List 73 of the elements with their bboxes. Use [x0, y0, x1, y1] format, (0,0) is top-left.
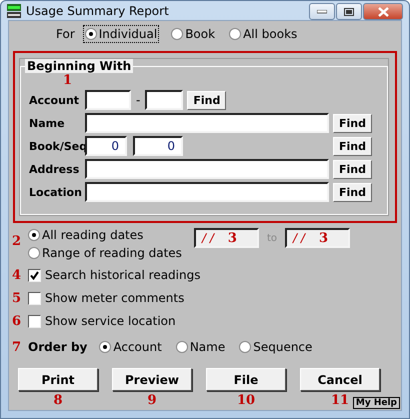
date-field[interactable]: / / 3	[285, 228, 350, 248]
checkbox[interactable]: Show service location	[26, 312, 178, 330]
radio-indicator[interactable]	[176, 341, 188, 353]
radio-button[interactable]: All reading dates	[26, 226, 194, 244]
field-label: Book/Seq	[29, 140, 85, 152]
radio-button[interactable]: Book	[169, 25, 218, 43]
annotation-number: 3	[228, 230, 237, 246]
radio-indicator[interactable]	[99, 341, 112, 353]
date-value: / /	[293, 231, 305, 245]
radio-button[interactable]: Individual	[82, 25, 160, 43]
input-field[interactable]	[85, 159, 329, 179]
radio-indicator[interactable]	[84, 28, 97, 40]
checkbox[interactable]: Show meter comments	[26, 289, 186, 307]
annotation-number: 9	[147, 393, 157, 408]
input-field[interactable]	[85, 182, 329, 202]
field-label: Account	[29, 94, 80, 106]
find-button[interactable]: Find	[333, 160, 372, 178]
checkbox-indicator[interactable]	[28, 314, 41, 328]
find-button[interactable]: Find	[333, 136, 372, 156]
close-button[interactable]	[363, 3, 403, 20]
radio-button[interactable]: Account	[97, 338, 164, 356]
input-field[interactable]	[85, 90, 131, 110]
field-label: Name	[29, 116, 66, 130]
help-button[interactable]: My Help	[352, 397, 400, 409]
for-label: For	[56, 27, 75, 41]
annotation-number: 7	[12, 340, 22, 354]
radio-indicator[interactable]	[28, 229, 40, 241]
maximize-button[interactable]	[336, 3, 362, 20]
annotation-number: 10	[236, 393, 256, 408]
radio-indicator[interactable]	[229, 28, 242, 40]
annotation-number: 4	[12, 268, 22, 282]
annotation-number: 6	[12, 314, 22, 328]
date-value: / /	[202, 231, 214, 245]
separator-text: -	[136, 93, 140, 107]
to-label: to	[267, 232, 278, 244]
radio-indicator[interactable]	[28, 247, 40, 259]
action-button[interactable]: Cancel	[300, 368, 380, 391]
find-button[interactable]: Find	[333, 114, 372, 132]
checkbox-indicator[interactable]	[28, 268, 41, 282]
maximize-icon	[344, 8, 354, 16]
input-field[interactable]: 0	[133, 136, 183, 156]
input-field[interactable]: 0	[85, 136, 127, 156]
annotation-number: 5	[12, 290, 22, 306]
radio-indicator[interactable]	[239, 341, 252, 353]
date-field[interactable]: / / 3	[194, 228, 259, 248]
annotation-number: 11	[330, 393, 350, 408]
radio-button[interactable]: Range of reading dates	[26, 244, 194, 262]
checkbox[interactable]: Search historical readings	[26, 266, 202, 284]
input-field[interactable]	[145, 90, 184, 110]
window-title: Usage Summary Report	[26, 4, 170, 18]
annotation-number: 8	[53, 393, 63, 408]
annotation-number: 3	[318, 230, 328, 246]
group-title: Beginning With	[25, 59, 134, 73]
checkbox-indicator[interactable]	[28, 292, 41, 304]
app-logo-icon	[7, 4, 21, 18]
find-button[interactable]: Find	[187, 90, 226, 110]
radio-indicator[interactable]	[171, 28, 184, 40]
input-field[interactable]	[85, 113, 329, 133]
radio-button[interactable]: Name	[174, 338, 228, 356]
field-label: Location	[29, 186, 83, 198]
find-button[interactable]: Find	[333, 182, 372, 202]
action-button[interactable]: Print	[18, 368, 98, 391]
field-label: Address	[29, 162, 80, 176]
action-button[interactable]: File	[206, 368, 286, 391]
action-button[interactable]: Preview	[112, 368, 192, 391]
close-icon	[378, 6, 388, 16]
order-by-label: Order by	[28, 340, 88, 354]
radio-button[interactable]: Sequence	[237, 338, 314, 356]
radio-button[interactable]: All books	[227, 25, 300, 43]
minimize-icon	[317, 10, 327, 14]
minimize-button[interactable]	[309, 3, 335, 20]
annotation-number: 2	[12, 234, 22, 249]
annotation-number: 1	[63, 72, 72, 88]
